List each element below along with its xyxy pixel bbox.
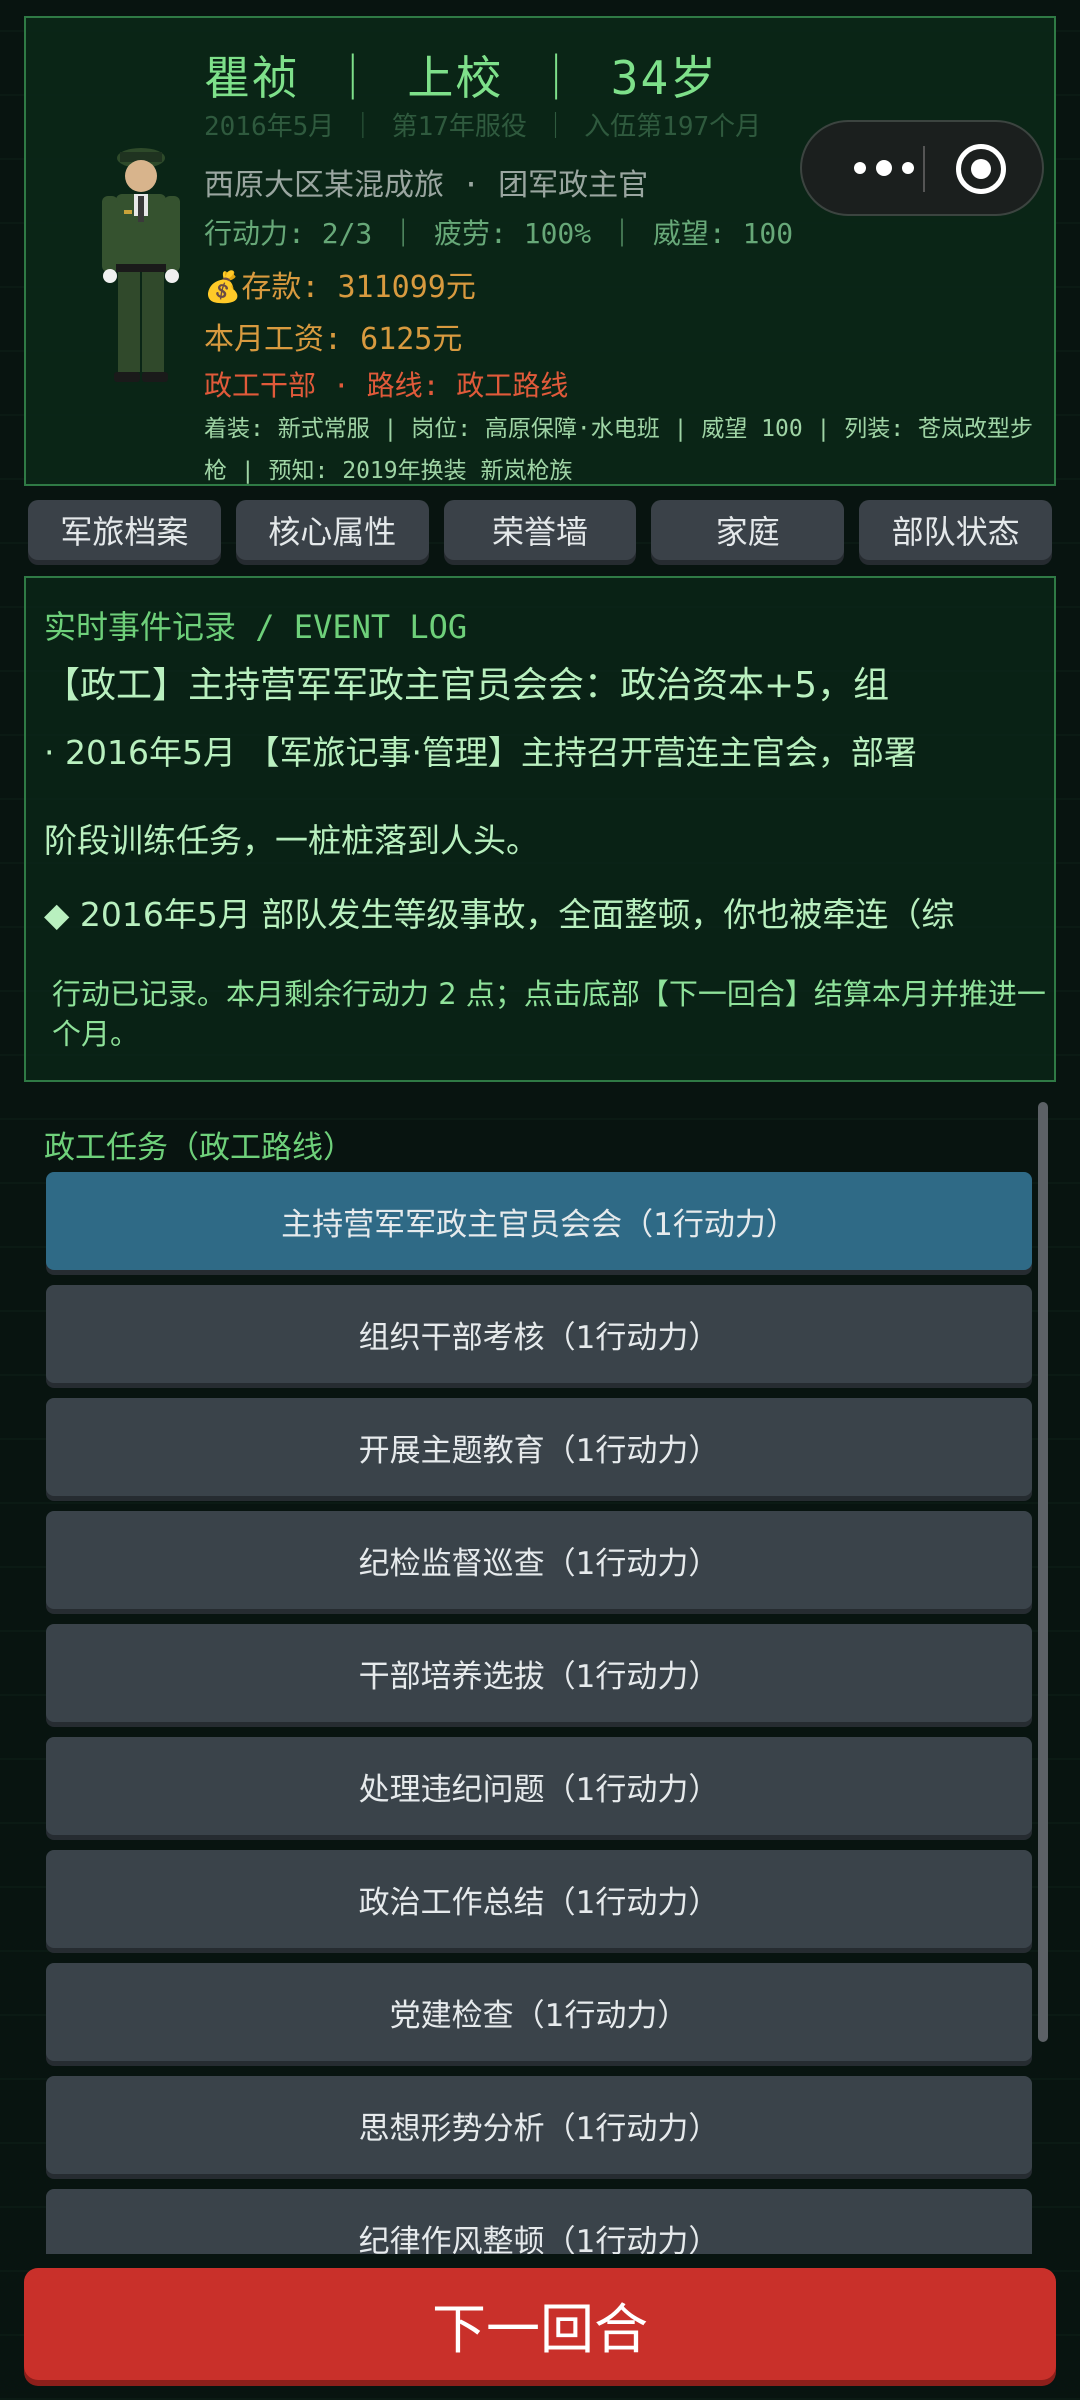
event-entry-continuation: 阶段训练任务，一桩桩落到人头。 [44,821,539,860]
task-scrollbar[interactable] [1038,1102,1048,2042]
task-section-title: 政工任务（政工路线） [44,1130,354,1166]
tab-troop-status[interactable]: 部队状态 [859,500,1052,560]
capsule-divider [923,146,925,192]
equipment-line-2: 枪 | 预知: 2019年换装 新岚枪族 [204,458,573,484]
event-log-title: 实时事件记录 / EVENT LOG [44,608,468,646]
tab-core-attributes[interactable]: 核心属性 [235,500,429,560]
task-button[interactable]: 纪检监督巡查（1行动力） [46,1511,1032,1609]
savings: 💰存款: 311099元 [204,270,476,305]
equipment-info: 着装: 新式常服 | 岗位: 高原保障·水电班 | 威望 100 | 列装: 苍… [204,408,1044,492]
task-button-active[interactable]: 主持营军军政主官员会会（1行动力） [46,1172,1032,1270]
miniprogram-capsule [800,120,1044,216]
event-entry: ◆ 2016年5月 部队发生等级事故，全面整顿，你也被牵连（综 [44,895,955,934]
task-list[interactable]: 主持营军军政主官员会会（1行动力） 组织干部考核（1行动力） 开展主题教育（1行… [46,1172,1032,2254]
equipment-line-1: 着装: 新式常服 | 岗位: 高原保障·水电班 | 威望 100 | 列装: 苍… [204,416,1033,442]
soldier-avatar-icon [102,148,180,382]
task-button[interactable]: 干部培养选拔（1行动力） [46,1624,1032,1722]
unit-post: 西原大区某混成旅 · 团军政主官 [204,168,649,203]
money-bag-icon: 💰 [204,270,242,305]
event-entry: 【政工】主持营军军政主官员会会：政治资本+5，组 [44,665,890,706]
task-button[interactable]: 思想形势分析（1行动力） [46,2076,1032,2174]
officer-name-rank-age: 瞿祯 ｜ 上校 ｜ 34岁 [204,51,719,105]
task-button[interactable]: 纪律作风整顿（1行动力） [46,2189,1032,2254]
profile-panel: 瞿祯 ｜ 上校 ｜ 34岁 2016年5月 ｜ 第17年服役 ｜ 入伍第197个… [24,16,1056,486]
tab-family[interactable]: 家庭 [651,500,845,560]
monthly-salary: 本月工资: 6125元 [204,322,463,357]
more-menu-icon[interactable] [834,122,934,214]
tab-honor-wall[interactable]: 荣誉墙 [443,500,637,560]
next-turn-button[interactable]: 下一回合 [24,2268,1056,2380]
task-button[interactable]: 党建检查（1行动力） [46,1963,1032,2061]
task-button[interactable]: 组织干部考核（1行动力） [46,1285,1032,1383]
tab-bar: 军旅档案 核心属性 荣誉墙 家庭 部队状态 [28,500,1052,560]
tab-military-record[interactable]: 军旅档案 [28,500,221,560]
status-stats: 行动力: 2/3 ｜ 疲劳: 100% ｜ 威望: 100 [204,217,794,250]
service-date: 2016年5月 ｜ 第17年服役 ｜ 入伍第197个月 [204,112,762,142]
event-entry: · 2016年5月 【军旅记事·管理】主持召开营连主官会，部署 [44,733,917,772]
career-route: 政工干部 · 路线: 政工路线 [204,369,569,402]
action-note: 行动已记录。本月剩余行动力 2 点；点击底部【下一回合】结算本月并推进一个月。 [52,977,1046,1051]
task-button[interactable]: 开展主题教育（1行动力） [46,1398,1032,1496]
task-button[interactable]: 政治工作总结（1行动力） [46,1850,1032,1948]
task-button[interactable]: 处理违纪问题（1行动力） [46,1737,1032,1835]
close-target-icon[interactable] [956,144,1006,194]
event-log-panel: 实时事件记录 / EVENT LOG 【政工】主持营军军政主官员会会：政治资本+… [24,576,1056,1082]
